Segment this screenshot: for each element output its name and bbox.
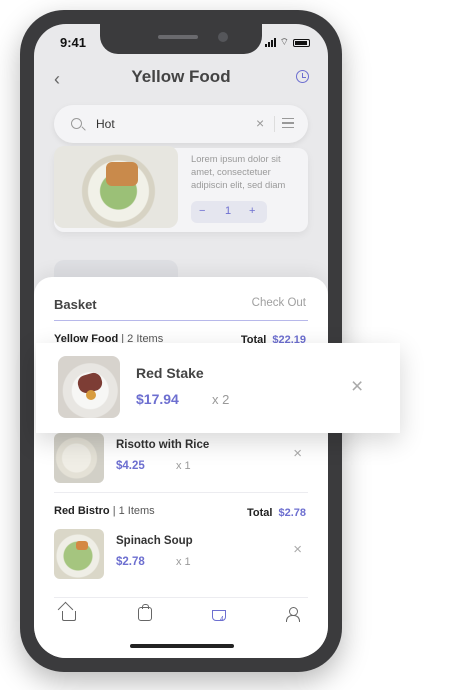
home-indicator	[130, 644, 234, 648]
search-icon	[71, 118, 82, 129]
remove-item-button[interactable]: ×	[293, 445, 302, 462]
restaurant-row: Red Bistro | 1 Items	[54, 505, 155, 517]
bag-icon[interactable]	[138, 604, 152, 621]
battery-icon	[293, 38, 310, 47]
divider	[54, 597, 308, 598]
risotto-image	[54, 433, 104, 483]
restaurant-name: Red Bistro	[54, 505, 110, 517]
checkout-link[interactable]: Check Out	[252, 297, 306, 309]
floating-basket-item[interactable]: Red Stake $17.94 x 2 ×	[36, 343, 400, 433]
red-stake-image	[58, 356, 120, 418]
basket-count: 4	[220, 616, 224, 623]
divider	[54, 492, 308, 493]
item-name: Risotto with Rice	[116, 439, 210, 451]
quantity-stepper[interactable]: − 1 +	[191, 201, 267, 223]
divider	[54, 320, 308, 321]
item-name: Red Stake	[136, 365, 204, 381]
menu-card-image	[54, 146, 178, 228]
item-price: $17.94	[136, 391, 179, 407]
wifi-icon: ⌔	[279, 37, 289, 48]
menu-card-description: Lorem ipsum dolor sit amet, consectetuer…	[191, 153, 286, 190]
restaurant-total: Total $2.78	[247, 507, 306, 519]
item-quantity: x 1	[176, 460, 191, 472]
clear-search-icon[interactable]: ×	[256, 115, 264, 131]
search-bar[interactable]: Hot ×	[54, 105, 308, 143]
signal-icon	[264, 38, 276, 47]
item-quantity: x 1	[176, 556, 191, 568]
search-divider	[274, 116, 275, 132]
basket-title: Basket	[54, 297, 97, 312]
profile-icon[interactable]	[286, 607, 300, 622]
basket-sheet: Basket Check Out Yellow Food | 2 Items T…	[34, 277, 328, 658]
item-price: $4.25	[116, 460, 145, 472]
camera	[218, 32, 228, 42]
clock-icon[interactable]	[296, 70, 309, 83]
phone-screen: 9:41 ⌔ ‹ Yellow Food Hot × Lorem ipsum d…	[34, 24, 328, 658]
item-name: Spinach Soup	[116, 535, 193, 547]
home-icon[interactable]	[62, 611, 76, 621]
soup-image	[54, 529, 104, 579]
page-title: Yellow Food	[131, 67, 231, 86]
items-count: 1 Items	[118, 505, 155, 517]
total-value: $2.78	[278, 507, 306, 519]
item-quantity: x 2	[212, 392, 230, 407]
minus-button[interactable]: −	[199, 205, 205, 217]
bottom-nav: 4	[34, 604, 328, 637]
stage: 9:41 ⌔ ‹ Yellow Food Hot × Lorem ipsum d…	[0, 0, 464, 690]
item-price: $2.78	[116, 556, 145, 568]
remove-item-button[interactable]: ×	[293, 541, 302, 558]
quantity-value: 1	[225, 205, 232, 217]
filter-icon[interactable]	[282, 118, 294, 129]
plus-button[interactable]: +	[249, 205, 255, 217]
search-input[interactable]: Hot	[96, 117, 115, 131]
notch	[100, 24, 262, 54]
remove-item-button[interactable]: ×	[351, 375, 363, 399]
speaker	[158, 35, 198, 39]
status-time: 9:41	[60, 35, 87, 50]
total-label: Total	[247, 507, 273, 519]
status-icons: ⌔	[264, 36, 310, 49]
